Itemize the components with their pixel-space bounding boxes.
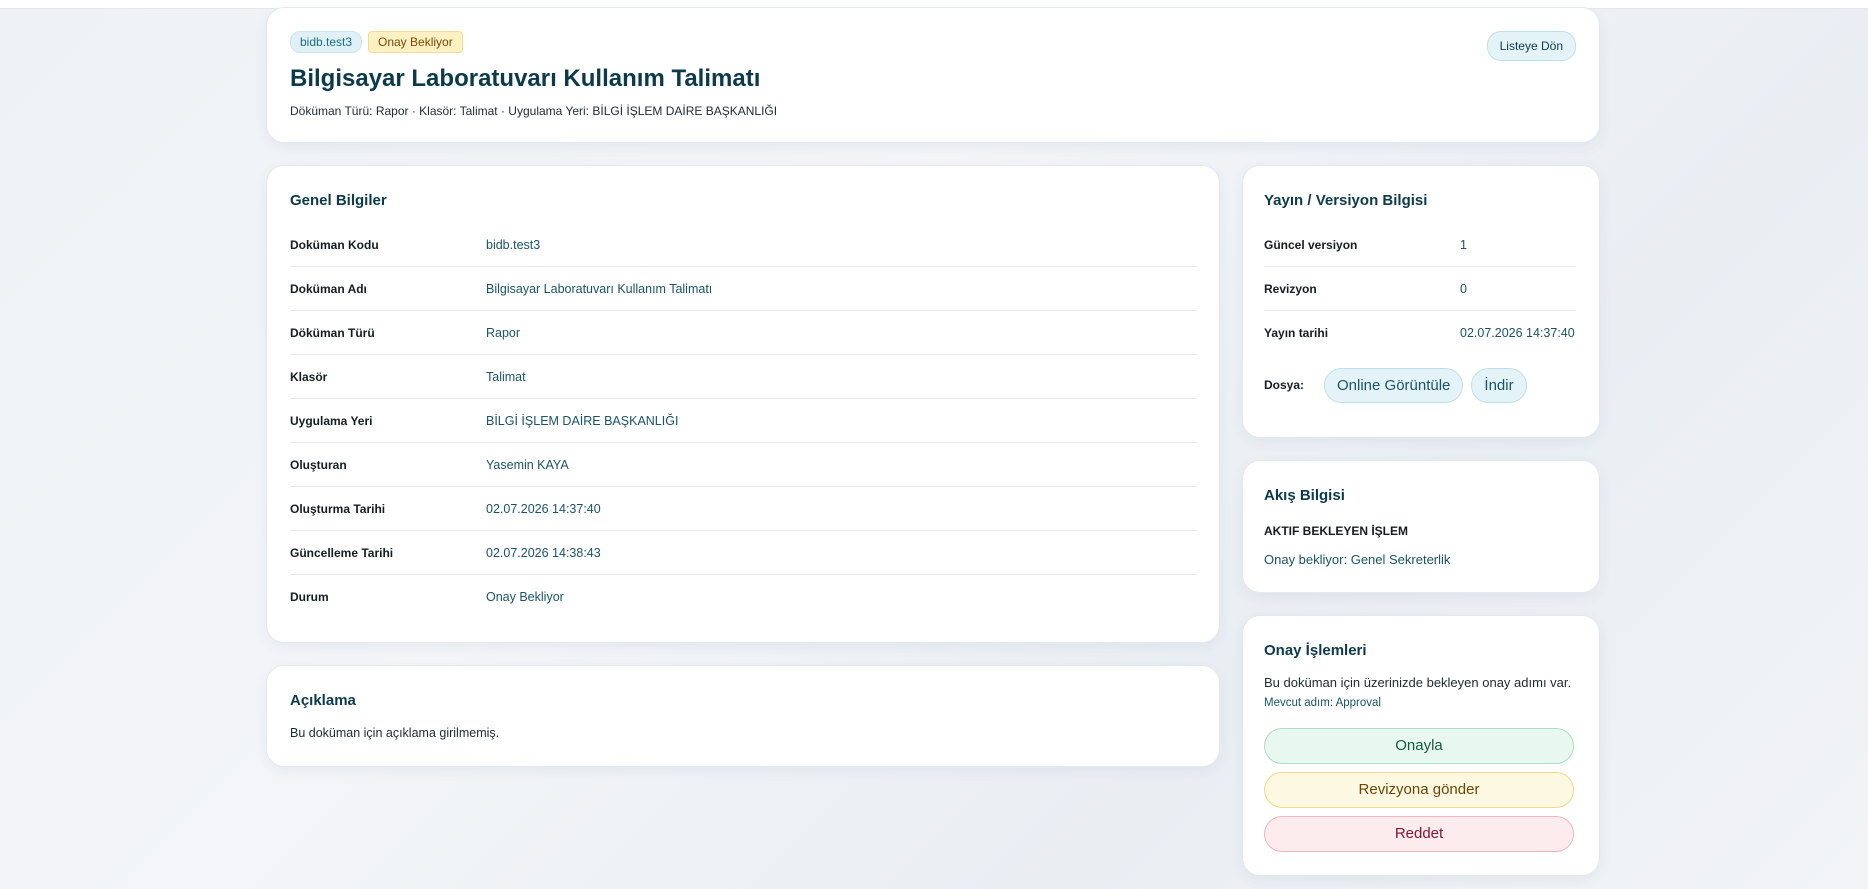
version-info-table: Güncel versiyon 1 Revizyon 0 Yayın tarih… bbox=[1264, 223, 1576, 355]
flow-info-card: Akış Bilgisi AKTIF BEKLEYEN İŞLEM Onay b… bbox=[1242, 460, 1600, 593]
flow-active-pending-label: AKTIF BEKLEYEN İŞLEM bbox=[1264, 524, 1409, 538]
approval-pending-text: Bu doküman için üzerinizde bekleyen onay… bbox=[1264, 675, 1572, 690]
info-row-folder: Klasör Talimat bbox=[290, 355, 1197, 399]
send-to-revision-button[interactable]: Revizyona gönder bbox=[1264, 772, 1574, 808]
info-row-document-code: Doküman Kodu bidb.test3 bbox=[290, 223, 1197, 267]
info-value: 02.07.2026 14:37:40 bbox=[486, 501, 601, 516]
flow-pending-text: Onay bekliyor: Genel Sekreterlik bbox=[1264, 552, 1451, 567]
info-row-status: Durum Onay Bekliyor bbox=[290, 575, 1197, 619]
approve-button[interactable]: Onayla bbox=[1264, 728, 1574, 764]
document-meta-line: Döküman Türü: Rapor · Klasör: Talimat · … bbox=[290, 104, 778, 118]
file-label: Dosya: bbox=[1264, 378, 1305, 392]
info-row-application-place: Uygulama Yeri BİLGİ İŞLEM DAİRE BAŞKANLI… bbox=[290, 399, 1197, 443]
info-row-created-date: Oluşturma Tarihi 02.07.2026 14:37:40 bbox=[290, 487, 1197, 531]
reject-button[interactable]: Reddet bbox=[1264, 816, 1574, 852]
approval-actions-title: Onay İşlemleri bbox=[1264, 642, 1367, 659]
info-label: Revizyon bbox=[1264, 281, 1317, 296]
back-to-list-button[interactable]: Listeye Dön bbox=[1486, 31, 1576, 61]
version-info-title: Yayın / Versiyon Bilgisi bbox=[1264, 192, 1428, 209]
description-card: Açıklama Bu doküman için açıklama girilm… bbox=[266, 665, 1220, 767]
info-value: 02.07.2026 14:38:43 bbox=[486, 545, 601, 560]
flow-info-title: Akış Bilgisi bbox=[1264, 487, 1345, 504]
info-label: Oluşturan bbox=[290, 457, 347, 472]
info-label: Güncel versiyon bbox=[1264, 237, 1358, 252]
info-label: Yayın tarihi bbox=[1264, 326, 1329, 340]
description-title: Açıklama bbox=[290, 692, 356, 709]
info-value: BİLGİ İŞLEM DAİRE BAŞKANLIĞI bbox=[486, 413, 679, 428]
info-value: bidb.test3 bbox=[486, 237, 541, 252]
view-online-button[interactable]: Online Görüntüle bbox=[1324, 367, 1464, 403]
info-row-creator: Oluşturan Yasemin KAYA bbox=[290, 443, 1197, 487]
info-label: Döküman Türü bbox=[290, 325, 375, 340]
status-badge: Onay Bekliyor bbox=[368, 31, 463, 53]
info-value: 1 bbox=[1460, 237, 1467, 252]
general-info-table: Doküman Kodu bidb.test3 Doküman Adı Bilg… bbox=[290, 223, 1197, 619]
version-info-card: Yayın / Versiyon Bilgisi Güncel versiyon… bbox=[1242, 165, 1600, 438]
info-label: Uygulama Yeri bbox=[290, 413, 373, 428]
general-info-title: Genel Bilgiler bbox=[290, 192, 387, 209]
info-label: Doküman Kodu bbox=[290, 237, 379, 252]
info-label: Klasör bbox=[290, 369, 328, 384]
version-row-revision: Revizyon 0 bbox=[1264, 267, 1576, 311]
file-row: Dosya: Online Görüntüle İndir bbox=[1264, 366, 1576, 404]
page-title: Bilgisayar Laboratuvarı Kullanım Talimat… bbox=[290, 65, 761, 92]
info-label: Oluşturma Tarihi bbox=[290, 501, 386, 516]
version-row-publish-date: Yayın tarihi 02.07.2026 14:37:40 bbox=[1264, 311, 1576, 355]
general-info-card: Genel Bilgiler Doküman Kodu bidb.test3 D… bbox=[266, 165, 1220, 643]
approval-current-step: Mevcut adım: Approval bbox=[1264, 697, 1381, 709]
info-label: Doküman Adı bbox=[290, 281, 367, 296]
info-label: Durum bbox=[290, 590, 329, 604]
description-text: Bu doküman için açıklama girilmemiş. bbox=[290, 726, 500, 740]
info-value: 0 bbox=[1460, 281, 1467, 296]
info-label: Güncelleme Tarihi bbox=[290, 545, 394, 560]
info-value: Talimat bbox=[486, 369, 526, 384]
info-row-document-type: Döküman Türü Rapor bbox=[290, 311, 1197, 355]
document-header-card: bidb.test3 Onay Bekliyor Listeye Dön Bil… bbox=[266, 7, 1600, 143]
info-row-document-name: Doküman Adı Bilgisayar Laboratuvarı Kull… bbox=[290, 267, 1197, 311]
info-value: Yasemin KAYA bbox=[486, 457, 569, 472]
info-value: Onay Bekliyor bbox=[486, 590, 564, 604]
download-button[interactable]: İndir bbox=[1471, 367, 1527, 403]
info-value: 02.07.2026 14:37:40 bbox=[1460, 326, 1575, 340]
info-value: Bilgisayar Laboratuvarı Kullanım Talimat… bbox=[486, 281, 713, 296]
document-code-badge: bidb.test3 bbox=[290, 31, 363, 53]
info-row-updated-date: Güncelleme Tarihi 02.07.2026 14:38:43 bbox=[290, 531, 1197, 575]
info-value: Rapor bbox=[486, 325, 521, 340]
approval-actions-card: Onay İşlemleri Bu doküman için üzerinizd… bbox=[1242, 615, 1600, 876]
version-row-current: Güncel versiyon 1 bbox=[1264, 223, 1576, 267]
